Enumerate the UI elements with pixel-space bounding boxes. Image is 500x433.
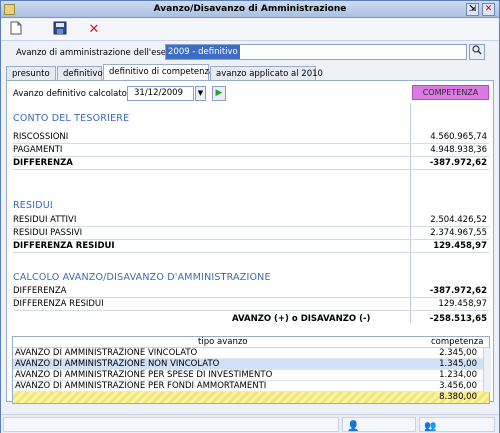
table-row[interactable]: AVANZO DI AMMINISTRAZIONE PER SPESE DI I… [13, 370, 489, 381]
app-icon [4, 4, 15, 15]
residui-attivi-value: 2.504.426,52 [430, 215, 487, 225]
residui-passivi-value: 2.374.967,55 [430, 228, 487, 238]
close-window-button[interactable]: ✕ [482, 3, 495, 16]
calc-date-label: Avanzo definitivo calcolato al: [13, 89, 141, 99]
calcolo-differenza-label: DIFFERENZA [13, 286, 67, 296]
red-x-icon[interactable]: ✕ [85, 21, 103, 39]
divider [13, 310, 489, 311]
table-row[interactable]: AVANZO DI AMMINISTRAZIONE PER FONDI AMMO… [13, 381, 489, 392]
cell-tipo: AVANZO DI AMMINISTRAZIONE PER FONDI AMMO… [15, 381, 267, 391]
users-icon: 👥 [424, 421, 437, 432]
new-document-icon[interactable] [7, 21, 25, 39]
divider [13, 297, 489, 298]
divider [13, 239, 489, 240]
cell-competenza: 1.234,00 [439, 370, 477, 380]
divider [13, 169, 489, 170]
divider [13, 143, 489, 144]
floppy-disk-icon[interactable] [51, 21, 69, 39]
table-row[interactable]: AVANZO DI AMMINISTRAZIONE VINCOLATO 2.34… [13, 348, 489, 359]
esercizio-field[interactable]: 2009 - definitivo [165, 44, 467, 60]
table-total-row: 8.380,00 [13, 392, 489, 403]
user-icon: 👤 [347, 421, 360, 432]
column-header-tipo[interactable]: tipo avanzo [198, 337, 248, 348]
tab-presunto[interactable]: presunto [6, 66, 56, 81]
status-cell: 👤 [342, 417, 416, 432]
total-value: 8.380,00 [439, 392, 477, 402]
search-icon[interactable] [469, 44, 485, 60]
cell-competenza: 1.345,00 [439, 359, 477, 369]
tab-definitivo[interactable]: definitivo [57, 66, 103, 81]
cell-competenza: 2.345,00 [439, 348, 477, 358]
calcolo-diff-residui-value: 129.458,97 [438, 299, 487, 309]
table-scrollbar[interactable] [483, 348, 491, 392]
main-window: Avanzo/Disavanzo di Amministrazione ⇲ ✕ … [0, 0, 500, 433]
status-bar: 👤 👥 [1, 414, 499, 433]
riscossioni-label: RISCOSSIONI [13, 132, 69, 142]
avanzo-table: tipo avanzo competenza AVANZO DI AMMINIS… [12, 336, 491, 404]
residui-passivi-label: RESIDUI PASSIVI [13, 228, 83, 238]
toolbar: ✕ [1, 19, 499, 41]
tab-definitivo-di-competenza[interactable]: definitivo di competenza [103, 64, 214, 81]
tab-avanzo-applicato[interactable]: avanzo applicato al 2010 [210, 66, 323, 81]
differenza-label: DIFFERENZA [13, 158, 73, 168]
pagamenti-value: 4.948.938,36 [430, 145, 487, 155]
differenza-residui-label: DIFFERENZA RESIDUI [13, 241, 115, 251]
pagamenti-label: PAGAMENTI [13, 145, 63, 155]
title-bar: Avanzo/Disavanzo di Amministrazione ⇲ ✕ [1, 1, 499, 18]
restore-window-button[interactable]: ⇲ [466, 3, 479, 16]
calcolo-differenza-value: -387.972,62 [429, 286, 487, 296]
status-cell [3, 417, 339, 432]
cell-competenza: 3.456,00 [439, 381, 477, 391]
chevron-down-icon[interactable]: ▼ [195, 86, 206, 101]
avanzo-value: -258.513,65 [429, 314, 487, 324]
window-title: Avanzo/Disavanzo di Amministrazione [153, 4, 347, 14]
differenza-residui-value: 129.458,97 [433, 241, 487, 251]
residui-attivi-label: RESIDUI ATTIVI [13, 215, 77, 225]
tesoriere-title: CONTO DEL TESORIERE [13, 113, 130, 124]
esercizio-value: 2009 - definitivo [166, 45, 240, 59]
cell-tipo: AVANZO DI AMMINISTRAZIONE PER SPESE DI I… [15, 370, 273, 380]
column-header-competenza[interactable]: competenza [431, 337, 483, 348]
calcolo-diff-residui-label: DIFFERENZA RESIDUI [13, 299, 104, 309]
divider [13, 226, 489, 227]
cell-tipo: AVANZO DI AMMINISTRAZIONE NON VINCOLATO [15, 359, 220, 369]
calc-date-field[interactable]: 31/12/2009 [127, 86, 194, 101]
calcolo-title: CALCOLO AVANZO/DISAVANZO D'AMMINISTRAZIO… [13, 272, 271, 283]
cell-tipo: AVANZO DI AMMINISTRAZIONE VINCOLATO [15, 348, 198, 358]
competenza-badge[interactable]: COMPETENZA [412, 85, 489, 100]
divider [13, 156, 489, 157]
differenza-value: -387.972,62 [429, 158, 487, 168]
riscossioni-value: 4.560.965,74 [430, 132, 487, 142]
status-cell: 👥 [419, 417, 495, 432]
divider [13, 252, 489, 253]
avanzo-label: AVANZO (+) o DISAVANZO (-) [232, 314, 371, 324]
content-panel: Avanzo definitivo calcolato al: 31/12/20… [6, 80, 494, 404]
column-divider [410, 103, 411, 323]
play-icon[interactable]: ▶ [212, 86, 226, 101]
residui-title: RESIDUI [13, 200, 53, 211]
table-row-selected[interactable]: AVANZO DI AMMINISTRAZIONE NON VINCOLATO … [13, 359, 489, 370]
table-header: tipo avanzo competenza [13, 337, 489, 348]
